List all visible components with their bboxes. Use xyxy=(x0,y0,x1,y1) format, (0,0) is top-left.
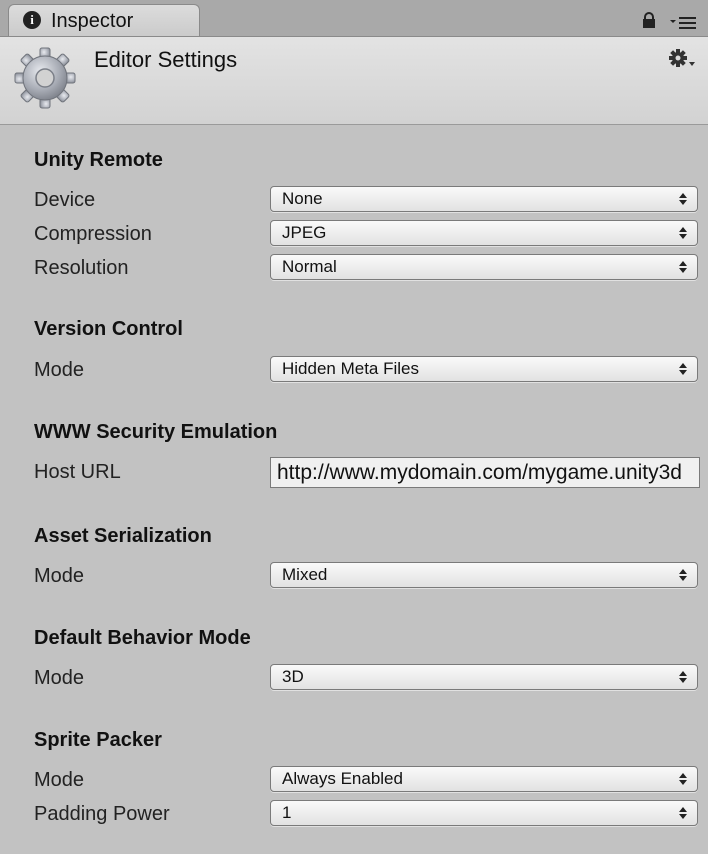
section-version-control: Version Control xyxy=(34,318,183,340)
tab-menu-icon[interactable] xyxy=(668,14,698,30)
lock-icon[interactable] xyxy=(641,12,657,28)
sp-mode-value: Always Enabled xyxy=(282,769,403,788)
up-down-arrows-icon xyxy=(679,227,687,239)
tab-label: Inspector xyxy=(51,10,134,32)
resolution-dropdown[interactable]: Normal xyxy=(270,254,698,280)
gear-icon xyxy=(14,47,76,109)
as-mode-label: Mode xyxy=(34,565,85,587)
up-down-arrows-icon xyxy=(679,569,687,581)
resolution-label: Resolution xyxy=(34,257,129,279)
compression-label: Compression xyxy=(34,223,152,245)
up-down-arrows-icon xyxy=(679,671,687,683)
db-mode-dropdown[interactable]: 3D xyxy=(270,664,698,690)
padding-power-dropdown[interactable]: 1 xyxy=(270,800,698,826)
device-label: Device xyxy=(34,189,96,211)
host-url-field[interactable]: http://www.mydomain.com/mygame.unity3d xyxy=(270,457,700,488)
host-url-label: Host URL xyxy=(34,461,121,483)
up-down-arrows-icon xyxy=(679,807,687,819)
section-unity-remote: Unity Remote xyxy=(34,149,163,171)
host-url-value: http://www.mydomain.com/mygame.unity3d xyxy=(277,461,682,484)
compression-value: JPEG xyxy=(282,223,327,242)
up-down-arrows-icon xyxy=(679,773,687,785)
padding-power-label: Padding Power xyxy=(34,803,170,825)
vc-mode-dropdown[interactable]: Hidden Meta Files xyxy=(270,356,698,382)
device-dropdown[interactable]: None xyxy=(270,186,698,212)
sp-mode-label: Mode xyxy=(34,769,85,791)
up-down-arrows-icon xyxy=(679,193,687,205)
vc-mode-value: Hidden Meta Files xyxy=(282,359,420,378)
db-mode-value: 3D xyxy=(282,667,304,686)
padding-power-value: 1 xyxy=(282,803,292,822)
section-sprite-packer: Sprite Packer xyxy=(34,729,162,751)
vc-mode-label: Mode xyxy=(34,359,85,381)
sp-mode-dropdown[interactable]: Always Enabled xyxy=(270,766,698,792)
settings-gear-icon[interactable] xyxy=(668,48,698,70)
device-value: None xyxy=(282,189,323,208)
section-www-security: WWW Security Emulation xyxy=(34,421,278,443)
info-icon: i xyxy=(23,11,41,29)
resolution-value: Normal xyxy=(282,257,337,276)
tab-bar: i Inspector xyxy=(0,0,708,37)
section-default-behavior: Default Behavior Mode xyxy=(34,627,251,649)
tab-inspector[interactable]: i Inspector xyxy=(8,4,200,36)
db-mode-label: Mode xyxy=(34,667,85,689)
up-down-arrows-icon xyxy=(679,261,687,273)
as-mode-dropdown[interactable]: Mixed xyxy=(270,562,698,588)
compression-dropdown[interactable]: JPEG xyxy=(270,220,698,246)
as-mode-value: Mixed xyxy=(282,565,328,584)
inspector-header: Editor Settings xyxy=(0,37,708,125)
up-down-arrows-icon xyxy=(679,363,687,375)
section-asset-serialization: Asset Serialization xyxy=(34,525,212,547)
page-title: Editor Settings xyxy=(94,47,238,72)
